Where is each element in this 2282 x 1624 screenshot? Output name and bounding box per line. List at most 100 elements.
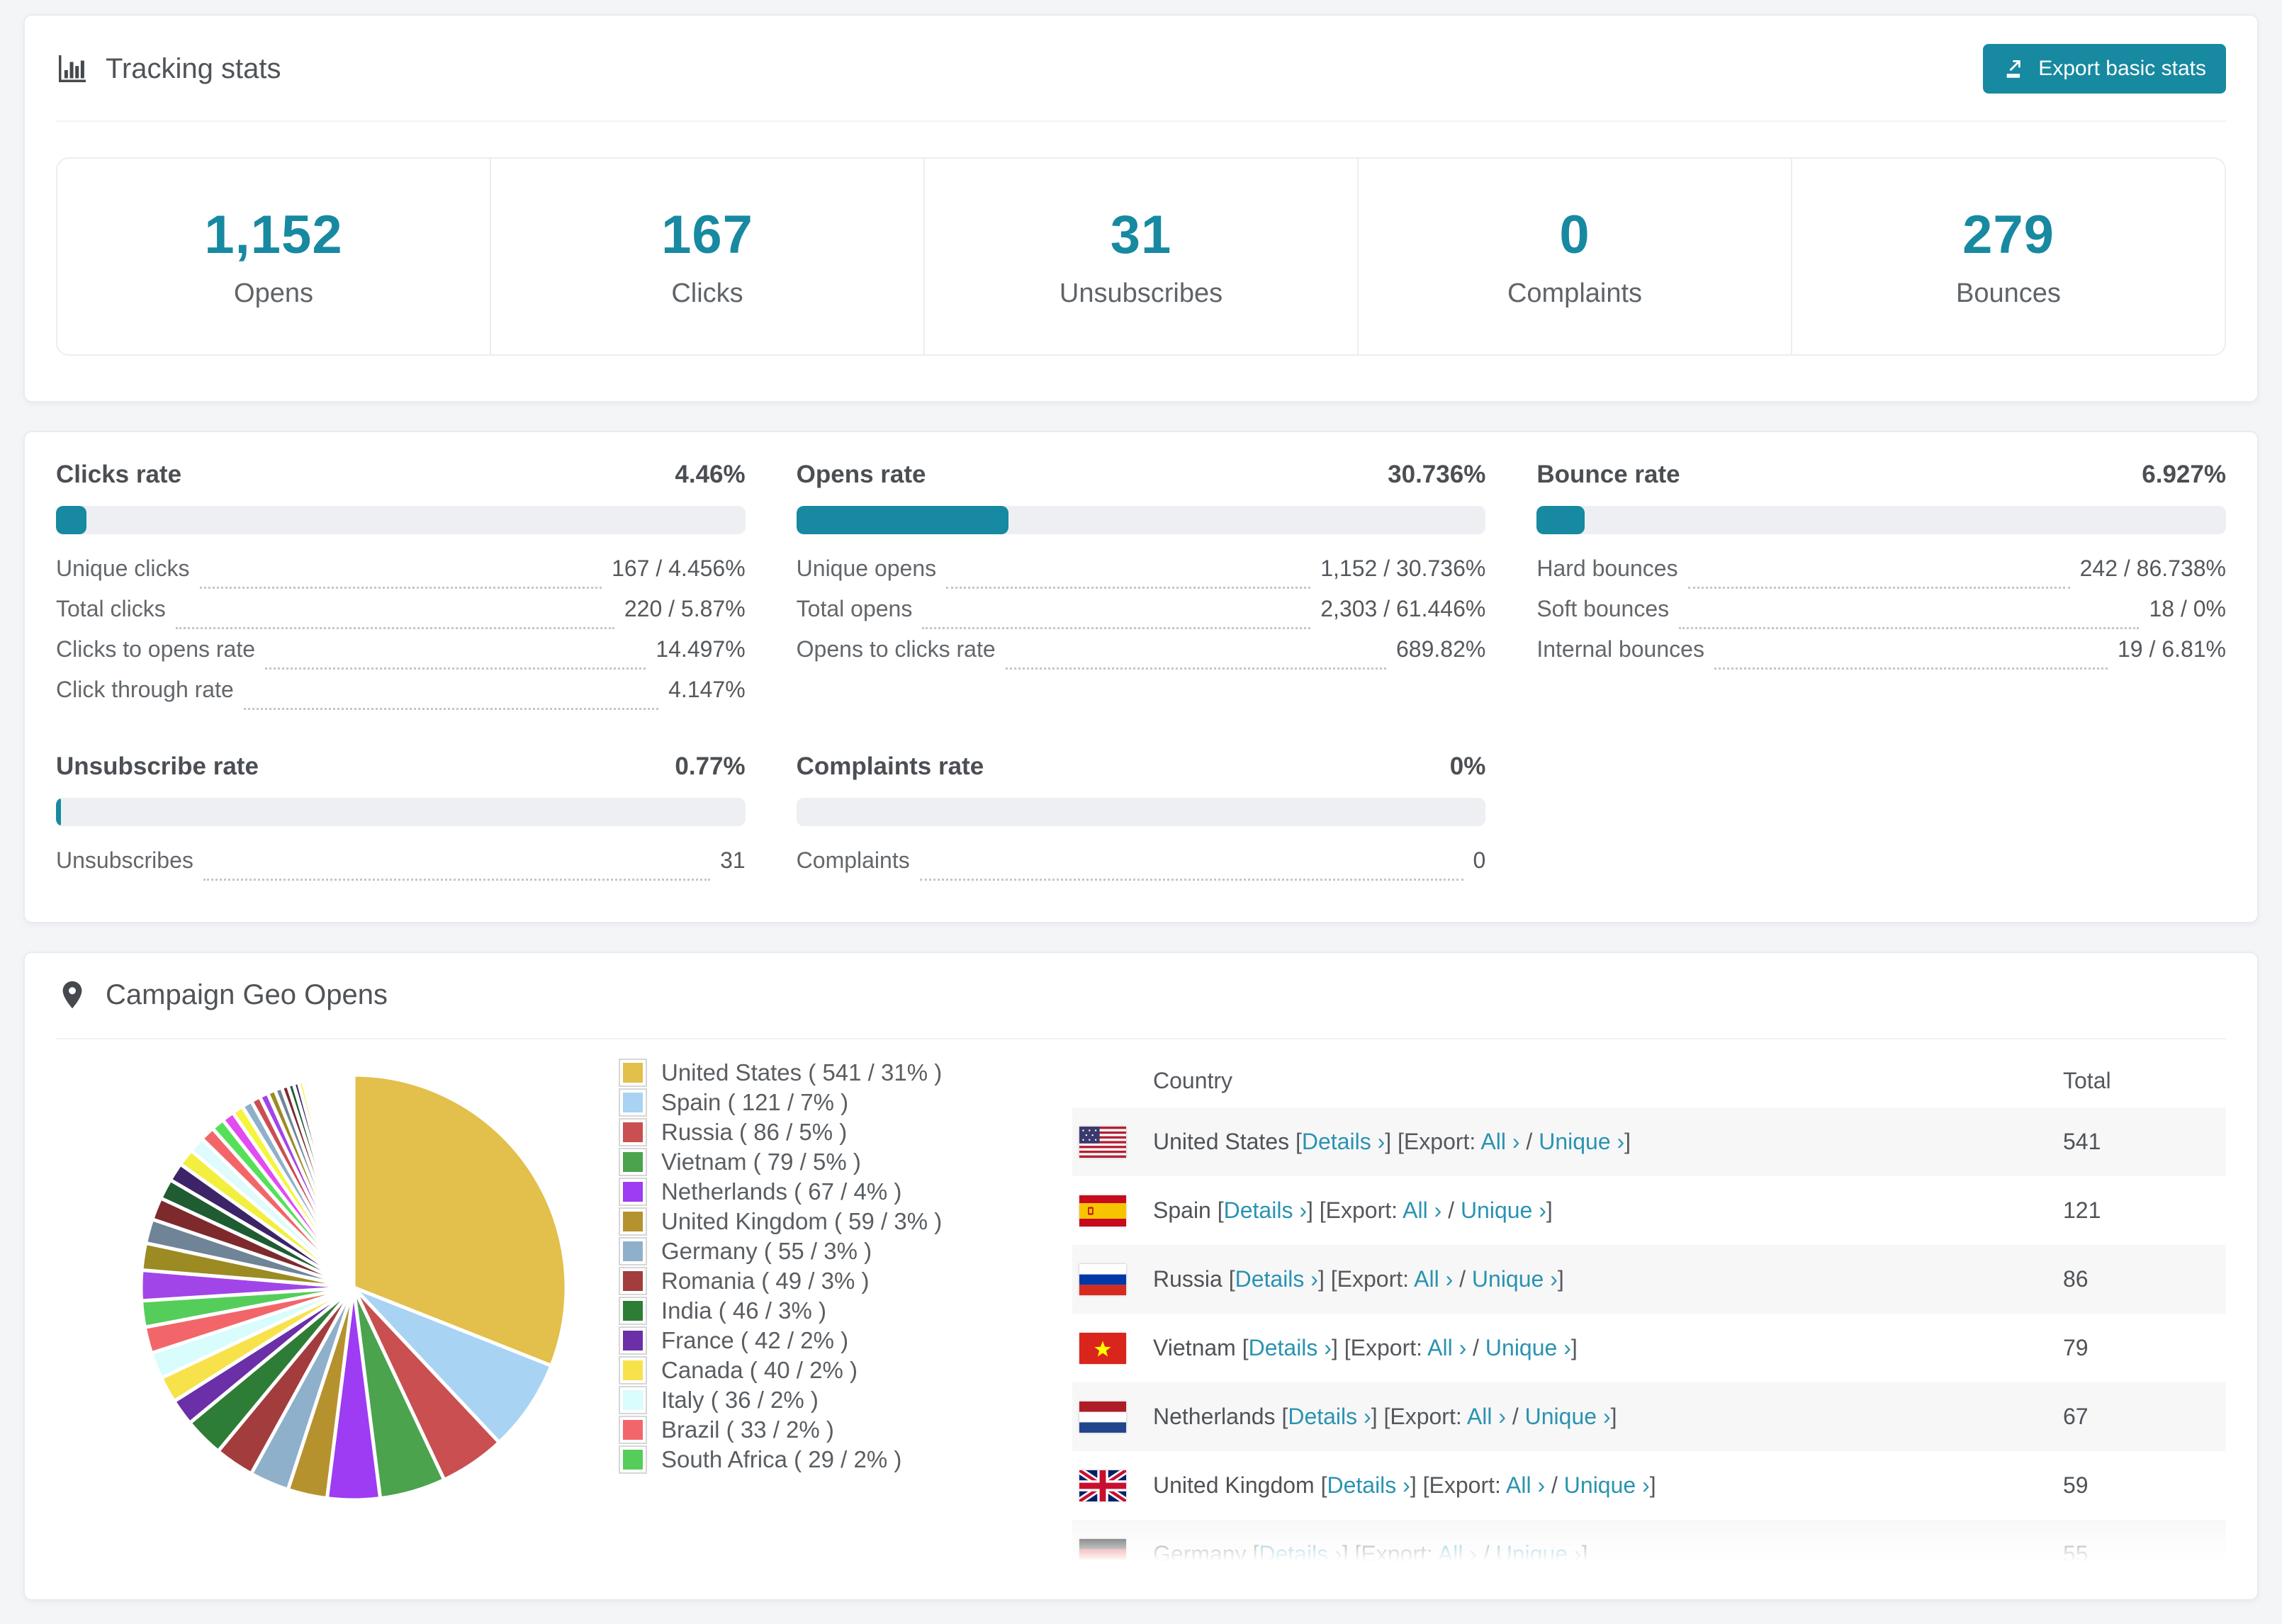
export-icon (2003, 57, 2027, 81)
table-row: United Kingdom [Details ›] [Export: All … (1072, 1451, 2226, 1520)
dotted-leader (1687, 587, 2070, 589)
export-basic-stats-button[interactable]: Export basic stats (1983, 44, 2226, 94)
summary-stat-value: 1,152 (204, 205, 343, 265)
legend-label: Romania ( 49 / 3% ) (661, 1268, 870, 1294)
export-all-link[interactable]: All › (1467, 1404, 1506, 1429)
stat-line: Unique opens 1,152 / 30.736% (797, 556, 1485, 596)
stat-line-label: Unique clicks (56, 556, 190, 581)
export-all-link[interactable]: All › (1480, 1129, 1519, 1154)
stat-line: Total clicks 220 / 5.87% (56, 596, 746, 636)
export-all-link[interactable]: All › (1438, 1541, 1477, 1567)
country-total: 86 (2063, 1266, 2089, 1292)
country-total: 79 (2063, 1335, 2089, 1360)
details-link[interactable]: Details › (1288, 1404, 1371, 1429)
export-unique-link[interactable]: Unique › (1539, 1129, 1624, 1154)
stat-line: Total opens 2,303 / 61.446% (797, 596, 1485, 636)
progress-bar (1536, 506, 2226, 534)
country-total: 55 (2063, 1541, 2089, 1567)
geo-table: Country Total United States [Details ›] … (1072, 1054, 2226, 1589)
stat-line-label: Click through rate (56, 677, 234, 702)
progress-bar (56, 506, 746, 534)
summary-stat: 279 Bounces (1791, 159, 2225, 354)
rate-header: Opens rate 30.736% (797, 461, 1486, 489)
legend-swatch (619, 1326, 647, 1355)
dotted-leader (946, 587, 1311, 589)
stat-line: Hard bounces 242 / 86.738% (1536, 556, 2226, 596)
summary-stat: 167 Clicks (490, 159, 923, 354)
export-unique-link[interactable]: Unique › (1485, 1335, 1571, 1360)
geo-content: United States ( 541 / 31% ) Spain ( 121 … (56, 1039, 2226, 1589)
country-name: United Kingdom (1153, 1472, 1315, 1498)
legend-label: Vietnam ( 79 / 5% ) (661, 1149, 861, 1175)
country-cell: Russia [Details ›] [Export: All › / Uniq… (1153, 1266, 1564, 1292)
summary-stat-label: Unsubscribes (1059, 278, 1223, 308)
dashboard-page: Tracking stats Export basic stats 1,152 … (0, 0, 2282, 1615)
country-flag-icon (1079, 1538, 1126, 1570)
bar-chart-icon (56, 52, 89, 85)
details-link[interactable]: Details › (1249, 1335, 1332, 1360)
export-all-link[interactable]: All › (1403, 1197, 1441, 1223)
legend-label: India ( 46 / 3% ) (661, 1297, 826, 1324)
legend-swatch (619, 1386, 647, 1414)
legend-label: Germany ( 55 / 3% ) (661, 1238, 872, 1264)
legend-item: United States ( 541 / 31% ) (619, 1058, 1016, 1088)
rates-grid: Clicks rate 4.46% Unique clicks 167 / 4.… (56, 461, 2226, 888)
rate-value: 4.46% (675, 461, 746, 488)
progress-bar-fill (56, 506, 87, 534)
dotted-leader (1679, 627, 2140, 629)
export-unique-link[interactable]: Unique › (1472, 1266, 1558, 1292)
total-column-header: Total (2063, 1067, 2111, 1093)
rate-block: Unsubscribe rate 0.77% Unsubscribes 31 (56, 752, 746, 888)
rate-value: 30.736% (1388, 461, 1486, 488)
stat-line: Unsubscribes 31 (56, 847, 746, 888)
legend-label: Italy ( 36 / 2% ) (661, 1387, 819, 1413)
stat-line: Opens to clicks rate 689.82% (797, 636, 1485, 677)
legend-item: Canada ( 40 / 2% ) (619, 1355, 1016, 1385)
rate-rows: Unique opens 1,152 / 30.736% Total opens… (797, 556, 1485, 677)
progress-bar-fill (56, 798, 62, 826)
rate-value: 0% (1449, 752, 1486, 780)
country-total: 67 (2063, 1404, 2089, 1429)
stat-line: Clicks to opens rate 14.497% (56, 636, 746, 677)
dotted-leader (1714, 667, 2108, 670)
export-unique-link[interactable]: Unique › (1525, 1404, 1611, 1429)
progress-bar (796, 798, 1486, 826)
legend-swatch (619, 1297, 647, 1325)
details-link[interactable]: Details › (1259, 1541, 1342, 1567)
details-link[interactable]: Details › (1327, 1472, 1410, 1498)
summary-stat-label: Opens (234, 278, 313, 308)
dotted-leader (922, 627, 1311, 629)
country-cell: Netherlands [Details ›] [Export: All › /… (1153, 1404, 1617, 1429)
stat-line-value: 220 / 5.87% (624, 596, 746, 621)
stat-line-label: Internal bounces (1536, 636, 1704, 662)
export-all-link[interactable]: All › (1506, 1472, 1545, 1498)
details-link[interactable]: Details › (1302, 1129, 1385, 1154)
summary-stat-value: 279 (1962, 205, 2055, 265)
stat-line-label: Complaints (796, 847, 910, 873)
legend-swatch (619, 1356, 647, 1385)
export-all-link[interactable]: All › (1427, 1335, 1466, 1360)
table-row: Russia [Details ›] [Export: All › / Uniq… (1072, 1245, 2226, 1314)
rate-header: Unsubscribe rate 0.77% (56, 752, 746, 781)
country-total: 59 (2063, 1472, 2089, 1498)
export-label: Export: (1429, 1472, 1501, 1498)
country-flag-icon (1079, 1126, 1126, 1158)
details-link[interactable]: Details › (1235, 1266, 1318, 1292)
export-unique-link[interactable]: Unique › (1564, 1472, 1650, 1498)
legend-label: United States ( 541 / 31% ) (661, 1059, 943, 1086)
export-unique-link[interactable]: Unique › (1461, 1197, 1546, 1223)
summary-stat-label: Clicks (671, 278, 743, 308)
stat-line-value: 14.497% (656, 636, 746, 662)
export-button-label: Export basic stats (2038, 57, 2206, 80)
export-unique-link[interactable]: Unique › (1496, 1541, 1582, 1567)
rate-rows: Unique clicks 167 / 4.456% Total clicks … (56, 556, 746, 717)
details-link[interactable]: Details › (1224, 1197, 1307, 1223)
dotted-leader (199, 587, 602, 589)
export-all-link[interactable]: All › (1414, 1266, 1453, 1292)
country-flag-icon (1079, 1401, 1126, 1433)
export-label: Export: (1325, 1197, 1398, 1223)
table-row: United States [Details ›] [Export: All ›… (1072, 1107, 2226, 1176)
stat-line-label: Hard bounces (1536, 556, 1678, 581)
rate-header: Clicks rate 4.46% (56, 461, 746, 489)
rate-block: Bounce rate 6.927% Hard bounces 242 / 86… (1536, 461, 2226, 717)
